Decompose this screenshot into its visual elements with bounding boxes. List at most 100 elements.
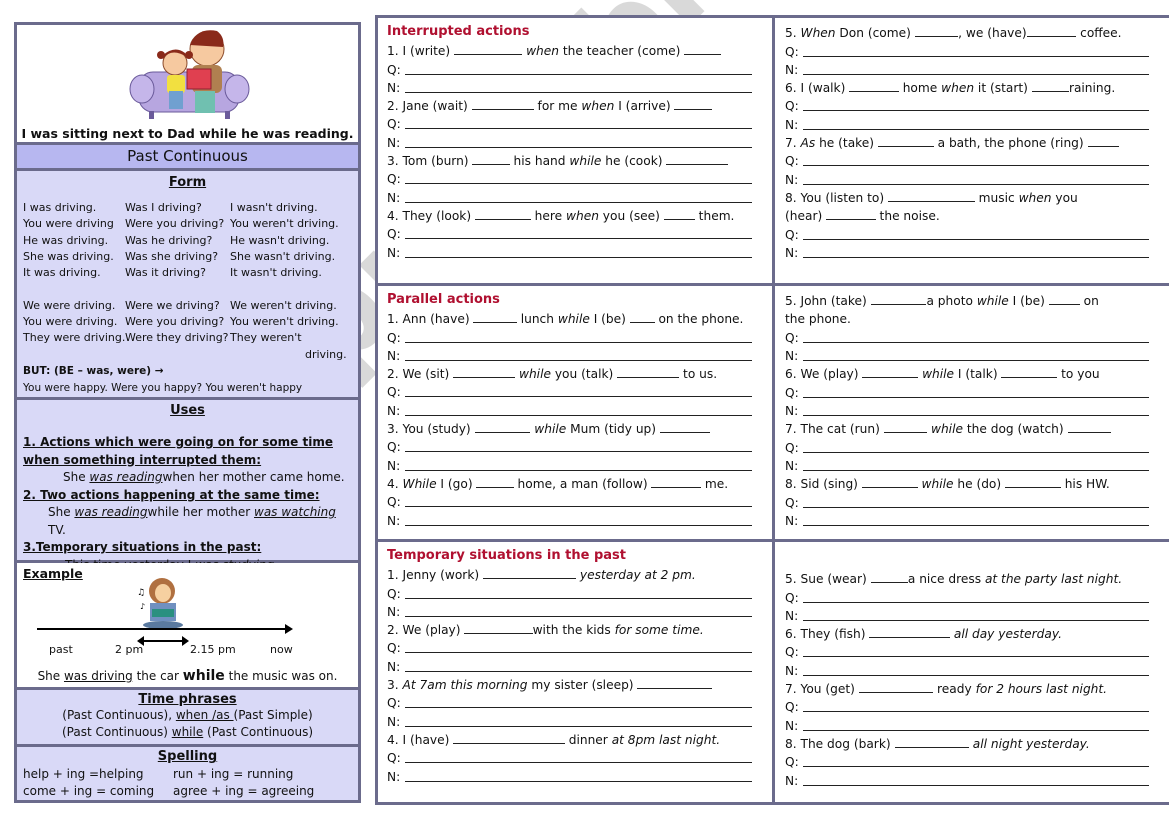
answer-blank[interactable] <box>870 571 908 583</box>
answer-line[interactable] <box>405 597 752 599</box>
exercise-sentence: 6. I (walk) home when it (start) raining… <box>785 80 1116 95</box>
answer-blank[interactable] <box>659 421 710 433</box>
negative-label: N: <box>785 404 799 419</box>
exercise-sentence: 7. As he (take) a bath, the phone (ring) <box>785 134 1169 152</box>
answer-line[interactable] <box>803 784 1149 786</box>
answer-line[interactable] <box>803 256 1149 258</box>
answer-blank[interactable] <box>663 208 695 220</box>
answer-line[interactable] <box>803 73 1149 75</box>
grammar-reference-panel: I was sitting next to Dad while he was r… <box>14 22 361 803</box>
answer-blank[interactable] <box>453 366 516 378</box>
answer-line[interactable] <box>803 110 1149 112</box>
answer-line[interactable] <box>405 451 752 453</box>
answer-line[interactable] <box>405 506 752 508</box>
answer-blank[interactable] <box>475 208 531 220</box>
answer-blank[interactable] <box>1026 25 1077 37</box>
answer-blank[interactable] <box>861 476 918 488</box>
answer-line[interactable] <box>803 674 1149 676</box>
answer-line[interactable] <box>803 415 1149 417</box>
answer-line[interactable] <box>405 762 752 764</box>
question-label: Q: <box>785 44 799 59</box>
answer-blank[interactable] <box>454 43 523 55</box>
answer-line[interactable] <box>405 256 752 258</box>
answer-line[interactable] <box>803 451 1149 453</box>
answer-blank[interactable] <box>1001 366 1058 379</box>
answer-line[interactable] <box>405 341 752 343</box>
answer-blank[interactable] <box>870 293 927 305</box>
answer-blank[interactable] <box>464 622 533 634</box>
answer-line[interactable] <box>405 359 752 361</box>
negative-answer-row: N: <box>785 115 1169 133</box>
answer-line[interactable] <box>405 396 752 398</box>
answer-line[interactable] <box>405 725 752 727</box>
answer-line[interactable] <box>803 55 1149 57</box>
answer-line[interactable] <box>803 183 1149 185</box>
answer-blank[interactable] <box>858 681 934 693</box>
answer-blank[interactable] <box>684 43 722 55</box>
answer-line[interactable] <box>405 183 752 185</box>
answer-line[interactable] <box>405 707 752 709</box>
answer-blank[interactable] <box>826 208 876 220</box>
answer-line[interactable] <box>405 201 752 203</box>
answer-blank[interactable] <box>914 25 959 37</box>
answer-blank[interactable] <box>666 153 729 165</box>
answer-line[interactable] <box>405 524 752 526</box>
answer-blank[interactable] <box>1067 421 1111 434</box>
answer-line[interactable] <box>803 128 1149 130</box>
answer-blank[interactable] <box>849 80 899 92</box>
answer-line[interactable] <box>803 711 1149 713</box>
answer-blank[interactable] <box>474 421 531 433</box>
answer-line[interactable] <box>405 615 752 617</box>
question-label: Q: <box>785 440 799 455</box>
answer-blank[interactable] <box>473 311 517 323</box>
answer-line[interactable] <box>803 396 1149 398</box>
answer-blank[interactable] <box>651 476 702 488</box>
answer-line[interactable] <box>405 414 752 416</box>
answer-blank[interactable] <box>888 190 975 202</box>
answer-line[interactable] <box>405 91 752 93</box>
answer-line[interactable] <box>803 619 1149 621</box>
answer-blank[interactable] <box>1005 476 1061 488</box>
answer-line[interactable] <box>803 238 1149 240</box>
answer-blank[interactable] <box>629 311 655 323</box>
answer-line[interactable] <box>405 146 752 148</box>
answer-line[interactable] <box>803 729 1149 731</box>
answer-blank[interactable] <box>483 567 577 579</box>
spelling-rules: help + ing =helping run + ing = running c… <box>23 766 353 800</box>
answer-blank[interactable] <box>453 732 565 744</box>
answer-line[interactable] <box>405 238 752 240</box>
answer-line[interactable] <box>405 469 752 471</box>
driving-woman-illustration: ♫ ♪ <box>137 578 183 628</box>
answer-blank[interactable] <box>883 421 928 434</box>
answer-blank[interactable] <box>674 98 712 110</box>
answer-line[interactable] <box>405 780 752 782</box>
answer-line[interactable] <box>405 73 752 75</box>
answer-line[interactable] <box>405 652 752 654</box>
answer-line[interactable] <box>803 341 1149 343</box>
answer-blank[interactable] <box>476 476 514 488</box>
answer-line[interactable] <box>405 128 752 130</box>
answer-line[interactable] <box>803 360 1149 362</box>
answer-blank[interactable] <box>1087 135 1119 147</box>
answer-blank[interactable] <box>862 366 919 379</box>
answer-line[interactable] <box>803 766 1149 768</box>
answer-line[interactable] <box>405 670 752 672</box>
answer-line[interactable] <box>803 165 1149 167</box>
question-answer-row: Q: <box>387 584 772 602</box>
answer-blank[interactable] <box>1048 293 1080 305</box>
answer-blank[interactable] <box>869 626 950 638</box>
answer-line[interactable] <box>803 524 1149 526</box>
exercise-sentence: 7. The cat (run) while the dog (watch) <box>785 420 1169 438</box>
answer-blank[interactable] <box>894 736 969 748</box>
answer-blank[interactable] <box>637 677 712 689</box>
answer-line[interactable] <box>803 469 1149 471</box>
timeline-arrow <box>37 624 293 634</box>
answer-blank[interactable] <box>471 98 534 110</box>
answer-line[interactable] <box>803 506 1149 508</box>
answer-blank[interactable] <box>617 366 680 378</box>
answer-line[interactable] <box>803 656 1149 658</box>
answer-blank[interactable] <box>877 135 934 147</box>
answer-blank[interactable] <box>1031 80 1069 92</box>
answer-line[interactable] <box>803 601 1149 603</box>
answer-blank[interactable] <box>472 153 510 165</box>
